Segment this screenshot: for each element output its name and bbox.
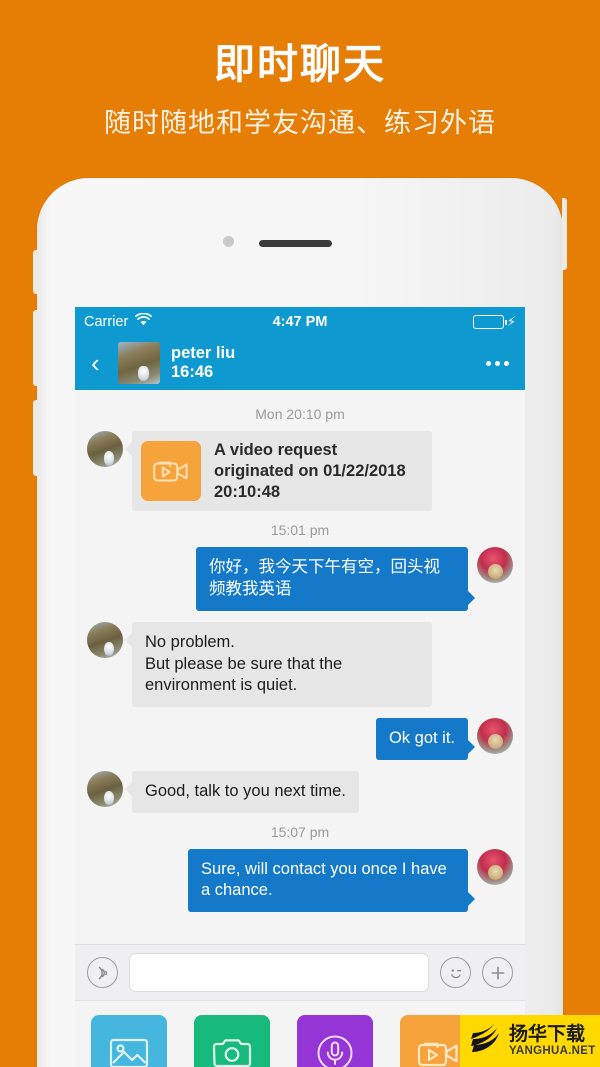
add-attachment-icon[interactable] [482,957,513,988]
message-row[interactable]: No problem. But please be sure that the … [87,621,513,708]
watermark: 扬华下载 YANGHUA.NET [460,1015,600,1067]
message-row[interactable]: Sure, will contact you once I have a cha… [87,848,513,913]
watermark-en: YANGHUA.NET [509,1044,596,1057]
back-button[interactable]: ‹ [91,350,107,376]
more-dot [504,360,509,366]
chat-message-list[interactable]: Mon 20:10 pm A video request originated … [75,390,525,944]
phone-mockup: Carrier 4:47 PM ⚡ ‹ peter liu 16:46 Mon … [33,178,567,1067]
avatar [87,431,123,467]
tray-item-voice-chat[interactable]: Voice chat [297,1015,373,1067]
avatar [477,718,513,755]
phone-screen: Carrier 4:47 PM ⚡ ‹ peter liu 16:46 Mon … [75,307,525,1067]
more-dot [486,360,491,366]
watermark-text: 扬华下载 YANGHUA.NET [509,1025,596,1057]
charging-icon: ⚡ [506,314,516,329]
more-dot [495,360,500,366]
earpiece-speaker-icon [259,240,332,247]
video-camera-icon [141,441,201,502]
more-options-icon[interactable] [486,360,509,366]
contact-name: peter liu [171,343,236,362]
watermark-cn: 扬华下载 [509,1024,586,1045]
message-bubble-outgoing[interactable]: Sure, will contact you once I have a cha… [188,848,475,913]
message-timestamp: 15:01 pm [270,522,330,539]
promo-header: 即时聊天 随时随地和学友沟通、练习外语 [0,0,600,170]
message-bubble-incoming[interactable]: Good, talk to you next time. [125,770,359,813]
front-camera-icon [223,236,234,247]
status-bar-left: Carrier [84,312,153,330]
contact-info: peter liu 16:46 [171,344,235,382]
contact-avatar[interactable] [118,342,160,384]
message-bubble-incoming[interactable]: A video request originated on 01/22/2018… [125,431,432,512]
message-text: A video request originated on 01/22/2018… [214,441,406,501]
avatar [477,848,513,885]
avatar [477,547,513,584]
message-timestamp: Mon 20:10 pm [255,406,345,422]
carrier-label: Carrier [84,313,129,330]
message-bubble-outgoing[interactable]: 你好，我今天下午有空，回头视频教我英语 [196,547,475,611]
message-bubble-outgoing[interactable]: Ok got it. [375,718,476,760]
tray-item-gallery[interactable]: Gallery [91,1015,167,1067]
message-row-video-request[interactable]: A video request originated on 01/22/2018… [87,431,513,512]
contact-time: 16:46 [171,363,214,381]
volume-up-button[interactable] [33,310,38,386]
message-input-bar [75,944,525,1000]
tray-item-camera[interactable]: Camera [194,1015,270,1067]
yanghua-logo-icon [466,1022,504,1060]
promo-title: 即时聊天 [214,41,386,87]
mute-switch[interactable] [33,250,38,294]
emoji-icon[interactable] [440,957,471,988]
volume-down-button[interactable] [33,400,38,476]
wifi-icon [135,312,153,330]
avatar [87,621,123,658]
status-bar: Carrier 4:47 PM ⚡ [75,307,525,336]
message-row[interactable]: 你好，我今天下午有空，回头视频教我英语 [87,547,513,611]
chat-nav-bar: ‹ peter liu 16:46 [75,336,525,390]
voice-record-icon[interactable] [87,957,118,988]
message-row[interactable]: Good, talk to you next time. [87,770,513,813]
message-row[interactable]: Ok got it. [87,718,513,760]
message-input[interactable] [129,953,429,992]
status-bar-right: ⚡ [472,314,516,329]
message-bubble-incoming[interactable]: No problem. But please be sure that the … [125,621,432,708]
power-button[interactable] [562,198,567,270]
microphone-icon[interactable] [297,1015,373,1067]
camera-icon[interactable] [194,1015,270,1067]
gallery-icon[interactable] [91,1015,167,1067]
promo-subtitle: 随时随地和学友沟通、练习外语 [104,108,496,139]
avatar [87,770,123,807]
message-timestamp: 15:07 pm [270,823,330,840]
attachment-tray: Gallery Camera [75,1000,525,1067]
battery-icon [472,314,507,329]
